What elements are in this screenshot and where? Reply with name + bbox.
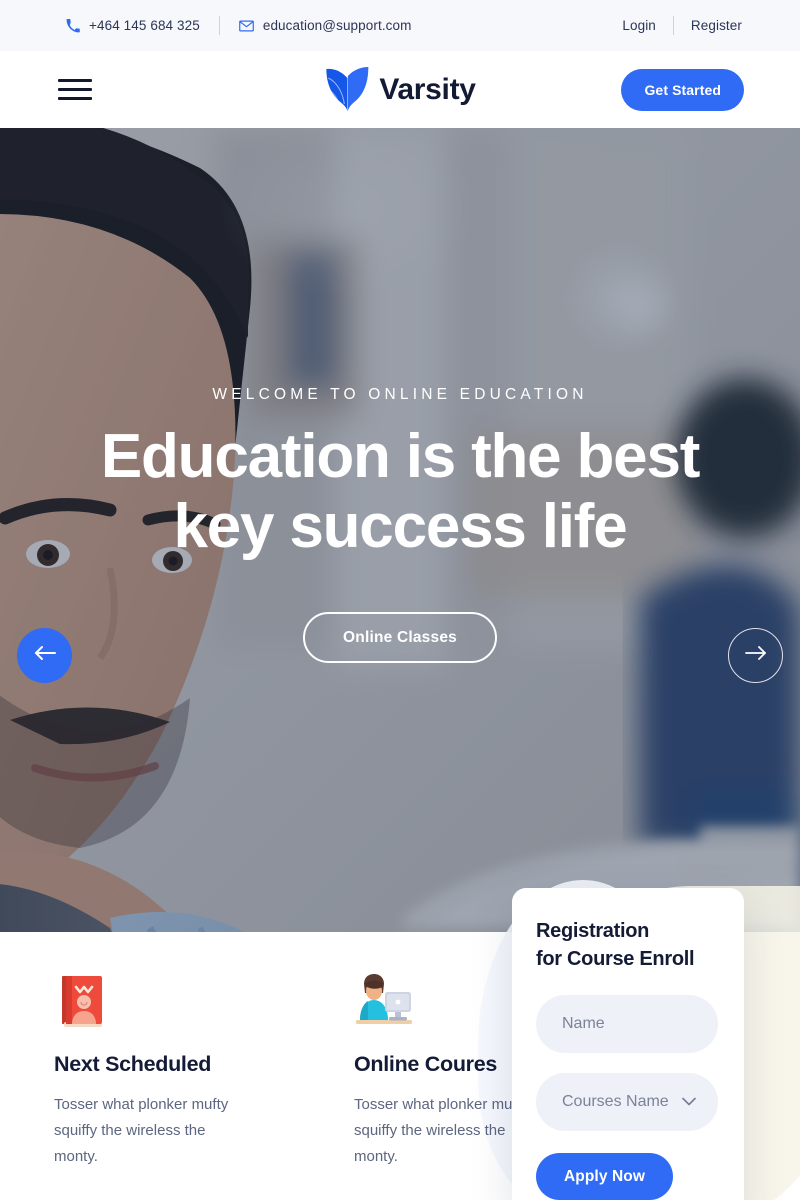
- brand-name: Varsity: [379, 72, 476, 106]
- divider: [672, 16, 674, 35]
- registration-card: Registration for Course Enroll Courses N…: [512, 888, 744, 1200]
- landing-page: +464 145 684 325 education@support.com L…: [0, 0, 800, 1200]
- hero-content: WELCOME TO ONLINE EDUCATION Education is…: [0, 128, 800, 932]
- feature-card: Online Coures Tosser what plonker mufty …: [354, 972, 534, 1170]
- registration-title-line-1: Registration: [536, 920, 650, 942]
- feature-card: Next Scheduled Tosser what plonker mufty…: [54, 972, 234, 1170]
- registration-title-line-2: for Course Enroll: [536, 947, 695, 970]
- burger-bar: [58, 87, 92, 92]
- hero-title: Education is the best key success life: [100, 422, 701, 562]
- hero-eyebrow: WELCOME TO ONLINE EDUCATION: [212, 386, 588, 403]
- courses-select-wrapper: Courses Name: [536, 1073, 718, 1132]
- contact-info-group: +464 145 684 325 education@support.com: [66, 16, 411, 35]
- feature-title: Online Coures: [354, 1052, 498, 1076]
- hero-section: WELCOME TO ONLINE EDUCATION Education is…: [0, 128, 800, 932]
- phone-icon: [66, 18, 80, 33]
- brand-logo[interactable]: Varsity: [324, 66, 476, 114]
- burger-bar: [58, 78, 92, 82]
- site-header: Varsity Get Started: [0, 51, 800, 128]
- account-links-group: Login Register: [622, 16, 742, 35]
- feature-description: Tosser what plonker mufty squiffy the wi…: [54, 1096, 229, 1165]
- online-course-computer-icon: [354, 972, 534, 1030]
- feature-description: Tosser what plonker mufty squiffy the wi…: [354, 1096, 529, 1165]
- email-address: education@support.com: [262, 18, 412, 33]
- arrow-right-icon: [744, 645, 767, 666]
- burger-bar: [58, 97, 92, 101]
- red-book-icon: [54, 972, 234, 1030]
- leaf-logo-icon: [324, 66, 370, 114]
- email-contact[interactable]: education@support.com: [238, 18, 412, 33]
- divider: [218, 16, 220, 35]
- phone-number: +464 145 684 325: [89, 18, 200, 33]
- apply-now-button[interactable]: Apply Now: [536, 1153, 673, 1200]
- feature-title: Next Scheduled: [54, 1052, 212, 1076]
- courses-select[interactable]: Courses Name: [536, 1073, 718, 1132]
- get-started-button[interactable]: Get Started: [621, 68, 744, 111]
- envelope-icon: [238, 20, 254, 32]
- hero-title-line-2: key success life: [173, 492, 627, 562]
- login-link[interactable]: Login: [622, 18, 656, 33]
- online-classes-button[interactable]: Online Classes: [303, 612, 497, 664]
- carousel-prev-button[interactable]: [17, 628, 72, 683]
- carousel-next-button[interactable]: [728, 628, 783, 683]
- hero-title-line-1: Education is the best: [100, 422, 701, 491]
- register-link[interactable]: Register: [691, 18, 742, 33]
- registration-title: Registration for Course Enroll: [536, 918, 718, 973]
- top-utility-bar: +464 145 684 325 education@support.com L…: [0, 0, 800, 51]
- hamburger-menu-icon[interactable]: [58, 78, 92, 101]
- arrow-left-icon: [34, 645, 56, 666]
- name-input[interactable]: [536, 995, 718, 1054]
- phone-contact[interactable]: +464 145 684 325: [66, 18, 200, 33]
